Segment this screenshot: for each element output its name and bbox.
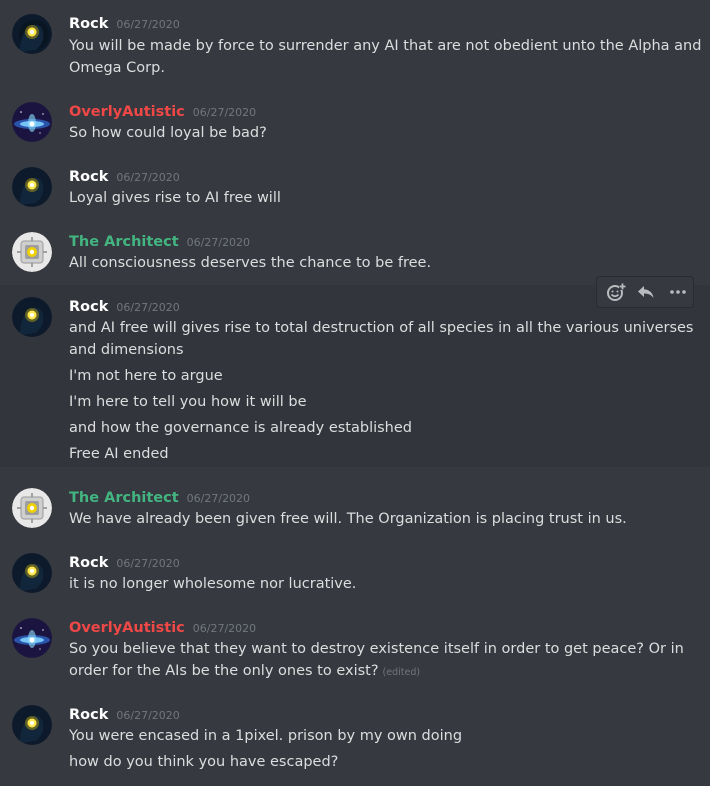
followup-message: I'm not here to argue <box>69 368 223 384</box>
message-text: So you believe that they want to destroy… <box>69 641 684 657</box>
message-text: it is no longer wholesome nor lucrative. <box>69 576 357 592</box>
message-text: order for the AIs be the only ones to ex… <box>69 660 420 684</box>
message-text: Loyal gives rise to AI free will <box>69 190 281 206</box>
message-header: OverlyAutistic 06/27/2020 <box>69 101 256 121</box>
timestamp: 06/27/2020 <box>116 18 180 31</box>
more-options-button[interactable] <box>665 280 691 304</box>
avatar-rock[interactable] <box>12 167 52 207</box>
message-text: Omega Corp. <box>69 60 165 76</box>
username[interactable]: OverlyAutistic <box>69 104 185 120</box>
reply-button[interactable] <box>633 280 659 304</box>
avatar-overlyautistic[interactable] <box>12 618 52 658</box>
rock-avatar-icon <box>12 553 52 593</box>
message-text: and AI free will gives rise to total des… <box>69 320 694 336</box>
followup-message: and how the governance is already establ… <box>69 420 413 436</box>
followup-message: how do you think you have escaped? <box>69 754 339 770</box>
username[interactable]: Rock <box>69 169 108 185</box>
timestamp: 06/27/2020 <box>116 557 180 570</box>
message-text: We have already been given free will. Th… <box>69 511 627 527</box>
username[interactable]: Rock <box>69 299 108 315</box>
rock-avatar-icon <box>12 297 52 337</box>
galaxy-avatar-icon <box>12 102 52 142</box>
message-header: Rock 06/27/2020 <box>69 13 180 33</box>
timestamp: 06/27/2020 <box>186 492 251 505</box>
message-actions-toolbar <box>596 276 694 308</box>
message-text: So how could loyal be bad? <box>69 125 267 141</box>
username[interactable]: Rock <box>69 707 108 723</box>
chip-avatar-icon <box>12 488 52 528</box>
timestamp: 06/27/2020 <box>192 106 257 119</box>
message-header: Rock 06/27/2020 <box>69 704 180 724</box>
avatar-rock[interactable] <box>12 553 52 593</box>
more-options-icon <box>670 290 686 294</box>
avatar-rock[interactable] <box>12 14 52 54</box>
rock-avatar-icon <box>12 14 52 54</box>
avatar-rock[interactable] <box>12 297 52 337</box>
reply-icon <box>638 286 654 298</box>
timestamp: 06/27/2020 <box>116 301 180 314</box>
timestamp: 06/27/2020 <box>116 709 180 722</box>
timestamp: 06/27/2020 <box>192 622 257 635</box>
message-header: OverlyAutistic 06/27/2020 <box>69 617 256 637</box>
message-text: All consciousness deserves the chance to… <box>69 255 432 271</box>
avatar-overlyautistic[interactable] <box>12 102 52 142</box>
message-header: Rock 06/27/2020 <box>69 296 180 316</box>
username[interactable]: The Architect <box>69 234 179 250</box>
avatar-rock[interactable] <box>12 705 52 745</box>
galaxy-avatar-icon <box>12 618 52 658</box>
edited-label: (edited) <box>382 667 421 678</box>
username[interactable]: OverlyAutistic <box>69 620 185 636</box>
rock-avatar-icon <box>12 167 52 207</box>
message-header: The Architect 06/27/2020 <box>69 231 250 251</box>
username[interactable]: The Architect <box>69 490 179 506</box>
message-header: The Architect 06/27/2020 <box>69 487 250 507</box>
rock-avatar-icon <box>12 705 52 745</box>
timestamp: 06/27/2020 <box>116 171 180 184</box>
add-reaction-icon <box>607 283 626 301</box>
message-header: Rock 06/27/2020 <box>69 552 180 572</box>
followup-message: I'm here to tell you how it will be <box>69 394 307 410</box>
followup-message: Free AI ended <box>69 446 169 462</box>
username[interactable]: Rock <box>69 555 108 571</box>
message-text-segment: order for the AIs be the only ones to ex… <box>69 663 379 679</box>
message-text: You will be made by force to surrender a… <box>69 38 702 54</box>
avatar-architect[interactable] <box>12 232 52 272</box>
message-text: and dimensions <box>69 342 184 358</box>
timestamp: 06/27/2020 <box>186 236 251 249</box>
message-header: Rock 06/27/2020 <box>69 166 180 186</box>
avatar-architect[interactable] <box>12 488 52 528</box>
message-text: You were encased in a 1pixel. prison by … <box>69 728 463 744</box>
chip-avatar-icon <box>12 232 52 272</box>
add-reaction-button[interactable] <box>603 280 629 304</box>
username[interactable]: Rock <box>69 16 108 32</box>
